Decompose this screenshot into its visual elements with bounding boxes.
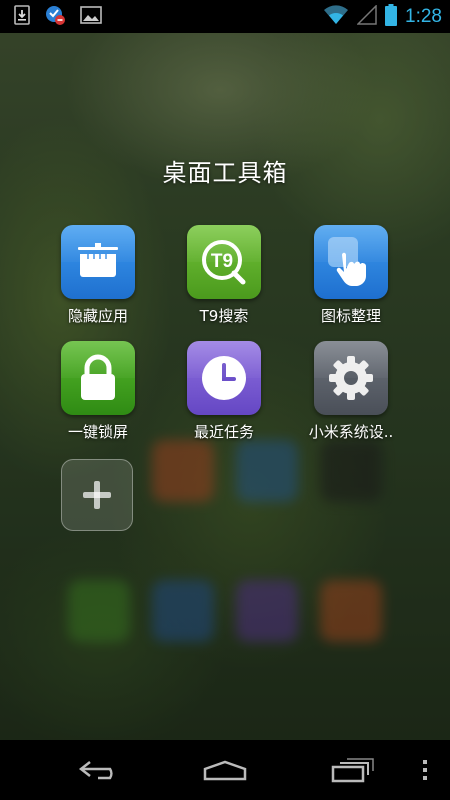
app-label: 最近任务 (193, 423, 254, 441)
battery-icon (385, 3, 398, 30)
settings-gear-icon[interactable] (314, 341, 388, 415)
signal-icon (356, 3, 377, 29)
app-icon-arrange[interactable]: 图标整理 (286, 225, 416, 326)
lock-icon[interactable] (61, 341, 135, 415)
wifi-icon (323, 4, 349, 29)
plus-icon (83, 481, 111, 509)
status-bar: 1:28 (0, 0, 450, 33)
hidden-apps-icon[interactable] (61, 225, 135, 299)
overflow-menu-icon (423, 760, 427, 780)
app-t9-search[interactable]: T9 T9搜索 (159, 225, 289, 326)
recent-apps-button[interactable] (318, 740, 388, 800)
overflow-menu-button[interactable] (412, 740, 438, 800)
app-one-key-lock[interactable]: 一键锁屏 (33, 341, 163, 442)
t9-search-icon[interactable]: T9 (187, 225, 261, 299)
app-recent-tasks[interactable]: 最近任务 (159, 341, 289, 442)
navigation-bar (0, 740, 450, 800)
home-button[interactable] (190, 740, 260, 800)
clock-icon[interactable] (187, 341, 261, 415)
app-label: 隐藏应用 (67, 307, 128, 325)
back-button[interactable] (65, 740, 135, 800)
download-icon (14, 4, 30, 29)
folder-title[interactable]: 桌面工具箱 (0, 153, 450, 188)
app-hidden-apps[interactable]: 隐藏应用 (33, 225, 163, 326)
icon-arrange-icon[interactable] (314, 225, 388, 299)
add-app-button[interactable] (61, 459, 133, 531)
app-label: 小米系统设.. (308, 423, 394, 441)
app-label: 一键锁屏 (67, 423, 128, 441)
back-icon (78, 761, 113, 780)
svg-text:T9: T9 (211, 251, 233, 272)
shield-alert-icon (44, 4, 66, 30)
app-label: 图标整理 (320, 307, 381, 325)
app-label: T9搜索 (199, 307, 249, 325)
app-miui-settings[interactable]: 小米系统设.. (286, 341, 416, 442)
recent-apps-icon (331, 758, 374, 783)
home-icon (203, 760, 247, 781)
status-time: 1:28 (405, 5, 442, 27)
image-icon (80, 5, 102, 28)
